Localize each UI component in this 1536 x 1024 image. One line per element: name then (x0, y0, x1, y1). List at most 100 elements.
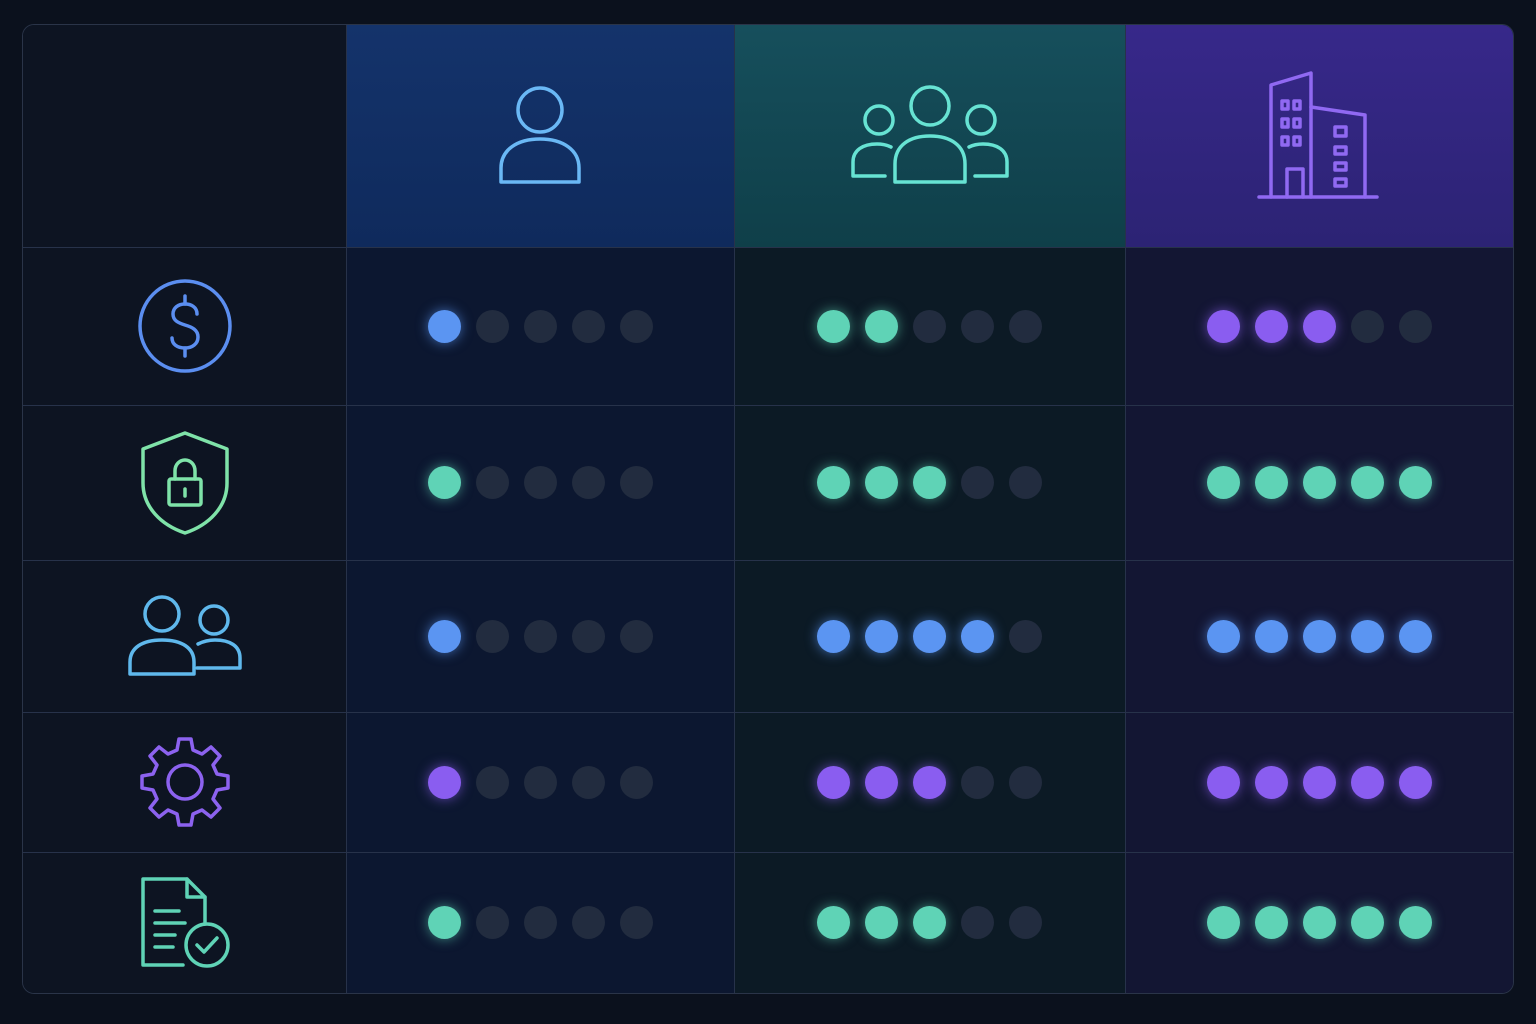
rating-dot-empty (961, 466, 994, 499)
rating-dot-filled (865, 619, 898, 653)
rating-dot-filled (817, 906, 850, 939)
rating-dot-filled (1254, 765, 1288, 799)
rating-dot-filled (1206, 906, 1240, 939)
compliance-feature (23, 852, 346, 993)
group-icon (849, 84, 1011, 188)
rating-cell (346, 405, 734, 560)
rating-dot-filled (961, 619, 994, 653)
rating-dot-empty (523, 466, 557, 499)
rating-dot-filled (1206, 466, 1240, 499)
rating-cell (1125, 560, 1513, 712)
rating-dot-empty (619, 466, 653, 499)
rating-dot-empty (1009, 466, 1042, 499)
dollar-circle-icon (137, 278, 233, 374)
rating-dot-filled (427, 906, 461, 939)
document-check-icon (139, 876, 231, 969)
person-icon (495, 84, 585, 188)
rating-dot-filled (427, 466, 461, 499)
rating-dot-empty (961, 309, 994, 343)
rating-dot-filled (1350, 906, 1384, 939)
rating-cell (734, 405, 1125, 560)
rating-dot-filled (427, 619, 461, 653)
rating-dot-filled (1398, 765, 1432, 799)
rating-dot-filled (913, 906, 946, 939)
divider (23, 405, 1513, 406)
rating-dot-filled (1350, 765, 1384, 799)
rating-dot-filled (1254, 309, 1288, 343)
rating-dot-filled (913, 466, 946, 499)
users-icon (127, 594, 243, 678)
rating-dot-filled (1254, 619, 1288, 653)
rating-dot-empty (571, 906, 605, 939)
rating-cell (734, 712, 1125, 852)
rating-dot-empty (961, 765, 994, 799)
team-plan-header[interactable] (734, 25, 1125, 247)
rating-dot-filled (1206, 309, 1240, 343)
rating-dot-filled (817, 765, 850, 799)
divider (23, 560, 1513, 561)
rating-dot-filled (1398, 466, 1432, 499)
security-feature (23, 405, 346, 560)
divider (346, 25, 347, 993)
rating-dot-empty (1009, 309, 1042, 343)
rating-cell (1125, 852, 1513, 993)
rating-dot-empty (619, 906, 653, 939)
rating-dot-filled (1302, 765, 1336, 799)
rating-dot-filled (1398, 906, 1432, 939)
users-feature (23, 560, 346, 712)
rating-dot-empty (523, 619, 557, 653)
rating-dot-filled (865, 906, 898, 939)
rating-dot-empty (913, 309, 946, 343)
rating-dot-empty (1009, 906, 1042, 939)
cost-feature (23, 247, 346, 405)
rating-dot-empty (571, 765, 605, 799)
rating-dot-filled (1206, 619, 1240, 653)
rating-cell (346, 852, 734, 993)
rating-dot-empty (619, 619, 653, 653)
divider (23, 712, 1513, 713)
building-icon (1257, 71, 1381, 201)
rating-dot-empty (475, 619, 509, 653)
individual-plan-header[interactable] (346, 25, 734, 247)
rating-dot-empty (1009, 765, 1042, 799)
divider (1125, 25, 1126, 993)
rating-dot-filled (913, 765, 946, 799)
rating-dot-filled (1302, 466, 1336, 499)
rating-dot-filled (427, 765, 461, 799)
rating-cell (1125, 405, 1513, 560)
divider (734, 25, 735, 993)
rating-dot-empty (571, 466, 605, 499)
shield-lock-icon (139, 430, 231, 535)
rating-dot-filled (817, 309, 850, 343)
rating-dot-empty (475, 765, 509, 799)
rating-dot-filled (865, 309, 898, 343)
rating-cell (1125, 712, 1513, 852)
rating-dot-empty (1350, 309, 1384, 343)
rating-dot-empty (523, 309, 557, 343)
rating-dot-filled (913, 619, 946, 653)
rating-dot-filled (865, 765, 898, 799)
rating-dot-filled (1254, 906, 1288, 939)
rating-dot-empty (619, 765, 653, 799)
rating-dot-empty (475, 466, 509, 499)
rating-dot-filled (1350, 466, 1384, 499)
rating-dot-empty (523, 765, 557, 799)
rating-dot-empty (571, 619, 605, 653)
rating-dot-filled (817, 619, 850, 653)
rating-dot-empty (523, 906, 557, 939)
rating-dot-empty (1398, 309, 1432, 343)
rating-dot-empty (475, 309, 509, 343)
configuration-feature (23, 712, 346, 852)
rating-dot-filled (1206, 765, 1240, 799)
divider (23, 852, 1513, 853)
rating-dot-empty (961, 906, 994, 939)
enterprise-plan-header[interactable] (1125, 25, 1513, 247)
rating-cell (346, 560, 734, 712)
divider (23, 247, 1513, 248)
rating-dot-filled (1302, 906, 1336, 939)
rating-cell (734, 560, 1125, 712)
rating-dot-filled (865, 466, 898, 499)
rating-cell (734, 247, 1125, 405)
rating-dot-filled (1302, 309, 1336, 343)
comparison-table (22, 24, 1514, 994)
